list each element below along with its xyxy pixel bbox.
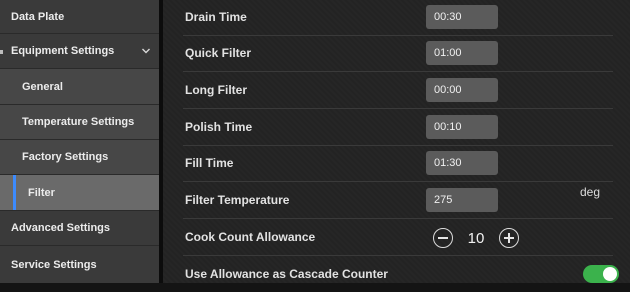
sidebar-item-equipment-settings[interactable]: Equipment Settings — [0, 34, 159, 69]
row-label: Fill Time — [185, 156, 234, 170]
decrement-button[interactable] — [433, 228, 453, 248]
increment-button[interactable] — [499, 228, 519, 248]
row-label: Long Filter — [185, 83, 247, 97]
long-filter-field[interactable]: 00:00 — [426, 78, 498, 102]
chevron-down-icon — [142, 48, 150, 54]
sidebar-item-service-settings[interactable]: Service Settings — [0, 246, 159, 283]
settings-row-filter-temperature: Filter Temperature 275 deg — [183, 182, 613, 219]
row-label: Filter Temperature — [185, 193, 290, 207]
row-label: Quick Filter — [185, 46, 252, 60]
sidebar-item-label: Advanced Settings — [11, 222, 111, 234]
sidebar-item-data-plate[interactable]: Data Plate — [0, 0, 159, 34]
drain-time-field[interactable]: 00:30 — [426, 5, 498, 29]
minus-icon — [438, 237, 448, 239]
filter-settings-panel: Drain Time 00:30 Quick Filter 01:00 Long… — [163, 0, 630, 283]
settings-row-fill-time: Fill Time 01:30 — [183, 145, 613, 182]
sidebar-item-filter[interactable]: Filter — [0, 175, 159, 211]
settings-row-long-filter: Long Filter 00:00 — [183, 72, 613, 109]
sidebar-item-temperature-settings[interactable]: Temperature Settings — [0, 105, 159, 140]
sidebar-item-label: Factory Settings — [22, 151, 109, 163]
settings-row-cook-count-allowance: Cook Count Allowance 10 — [183, 219, 613, 256]
cook-count-value: 10 — [467, 229, 485, 247]
cascade-counter-toggle[interactable] — [583, 265, 619, 283]
row-label: Cook Count Allowance — [185, 230, 316, 244]
settings-row-use-allowance-cascade: Use Allowance as Cascade Counter — [183, 256, 619, 292]
quick-filter-field[interactable]: 01:00 — [426, 41, 498, 65]
sidebar-item-general[interactable]: General — [0, 69, 159, 105]
active-indicator — [13, 175, 16, 210]
row-label: Drain Time — [185, 10, 247, 24]
settings-row-polish-time: Polish Time 00:10 — [183, 109, 613, 146]
filter-temperature-field[interactable]: 275 — [426, 188, 498, 212]
settings-row-quick-filter: Quick Filter 01:00 — [183, 35, 613, 72]
sidebar-item-label: Data Plate — [11, 10, 65, 23]
polish-time-field[interactable]: 00:10 — [426, 115, 498, 139]
fill-time-field[interactable]: 01:30 — [426, 151, 498, 175]
sidebar-item-label: Filter — [28, 186, 55, 199]
temperature-unit: deg — [580, 185, 601, 199]
sidebar-item-label: Temperature Settings — [22, 116, 135, 128]
row-label: Use Allowance as Cascade Counter — [185, 267, 388, 281]
expand-marker — [0, 50, 3, 54]
sidebar-item-advanced-settings[interactable]: Advanced Settings — [0, 211, 159, 246]
sidebar: Data Plate Equipment Settings General Te… — [0, 0, 159, 283]
sidebar-item-factory-settings[interactable]: Factory Settings — [0, 140, 159, 175]
toggle-knob — [603, 267, 617, 281]
settings-row-drain-time: Drain Time 00:30 — [183, 0, 613, 36]
row-label: Polish Time — [185, 120, 253, 134]
sidebar-item-label: Equipment Settings — [11, 45, 115, 57]
sidebar-item-label: General — [22, 80, 63, 93]
sidebar-item-label: Service Settings — [11, 258, 97, 271]
cook-count-stepper: 10 — [433, 226, 519, 250]
